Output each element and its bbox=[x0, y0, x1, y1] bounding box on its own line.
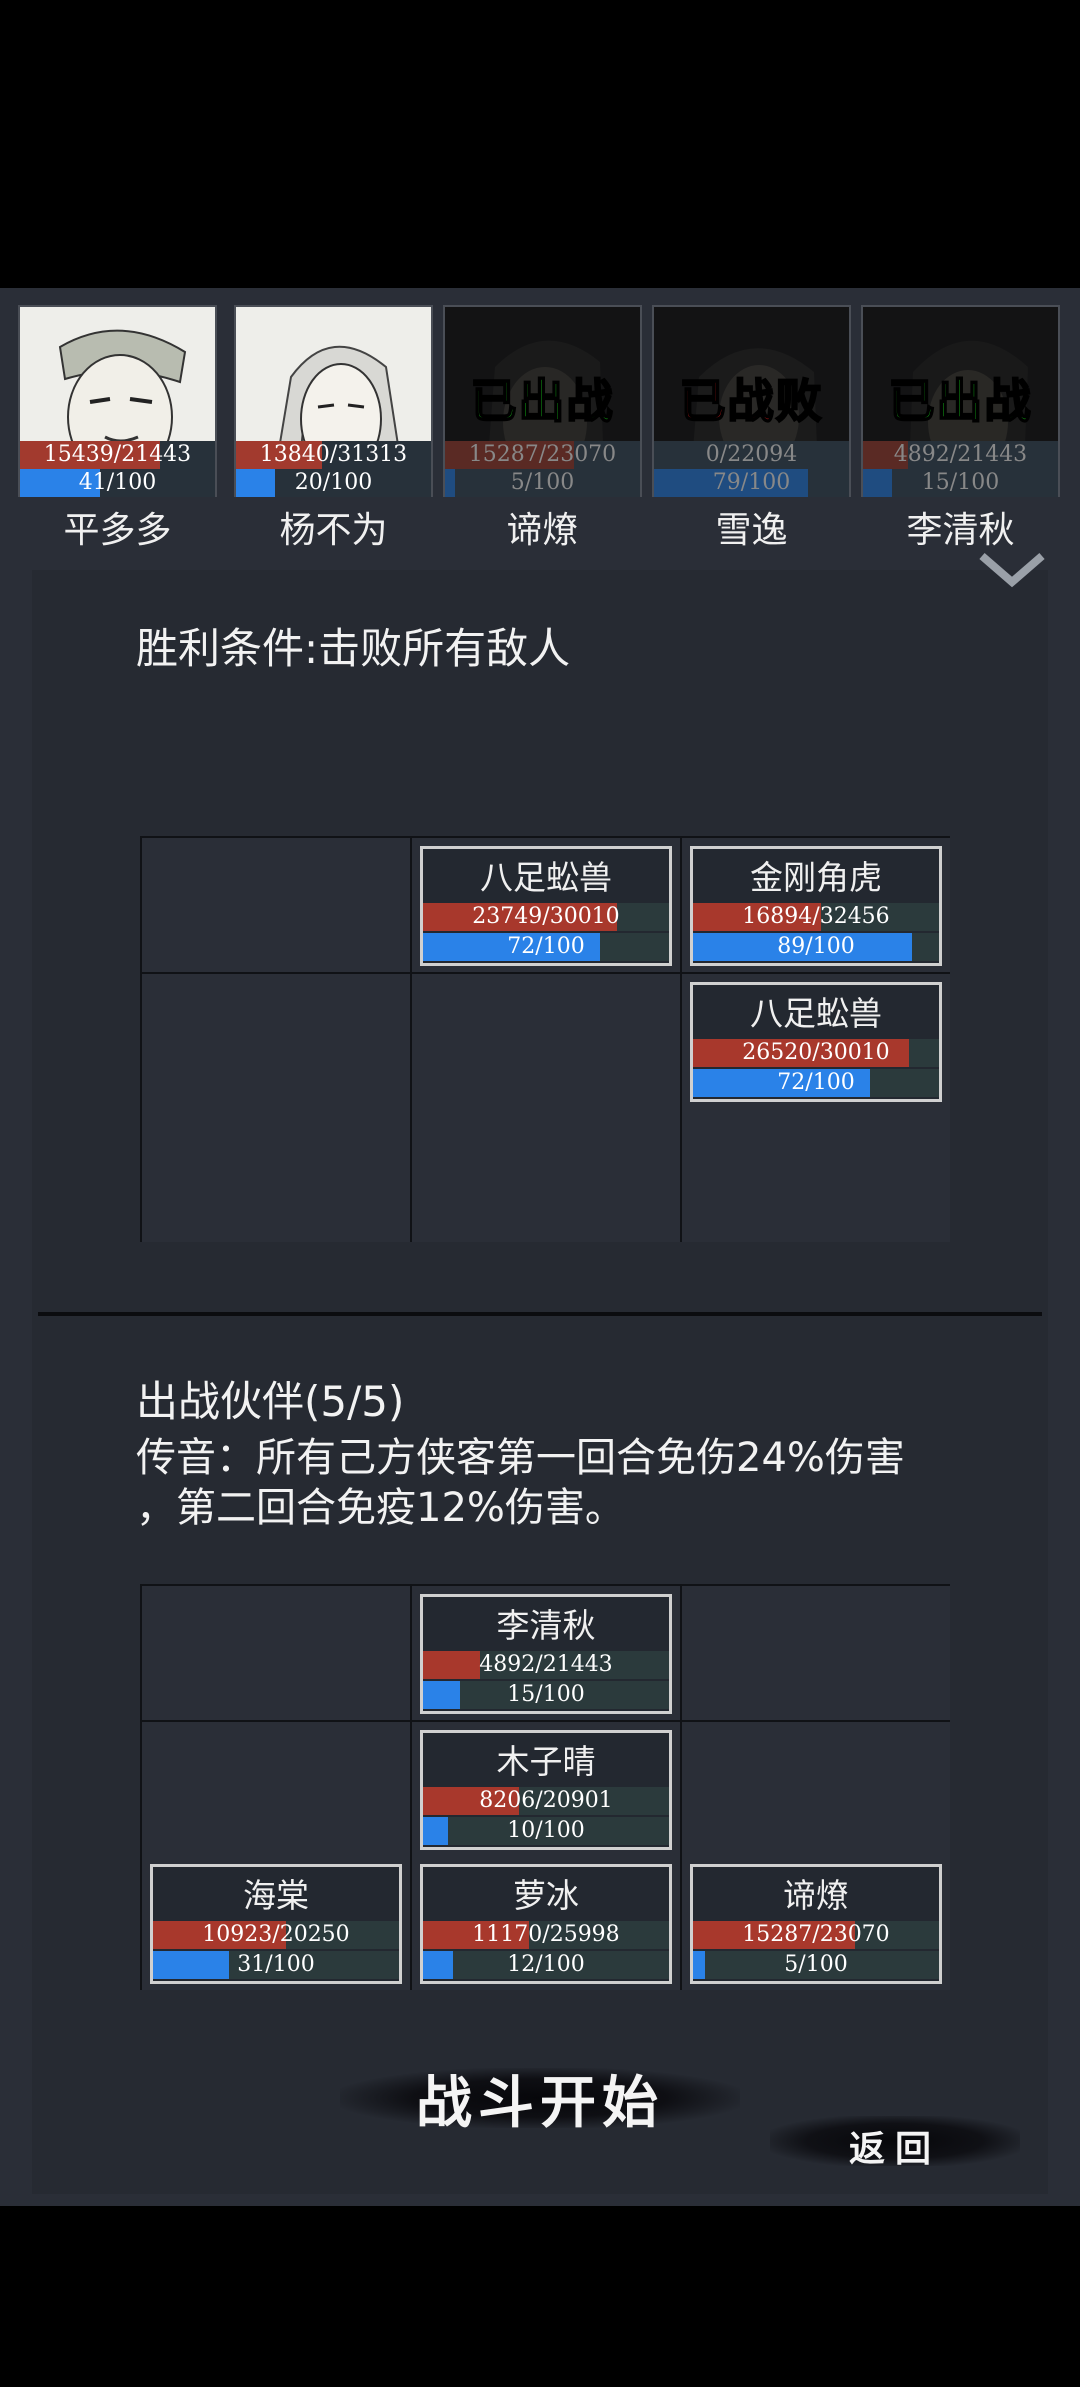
section-divider bbox=[38, 1312, 1042, 1316]
hp-bar: 4892/21443 bbox=[423, 1651, 669, 1679]
grid-cell: 金刚角虎 16894/32456 89/100 bbox=[682, 838, 950, 972]
energy-bar: 79/100 bbox=[654, 469, 849, 497]
enemy-unit[interactable]: 金刚角虎 16894/32456 89/100 bbox=[690, 846, 942, 966]
deployed-status: 已出战 bbox=[470, 373, 615, 429]
grid-cell[interactable]: 木子晴 8206/20901 10/100 bbox=[412, 1722, 680, 1856]
grid-cell[interactable] bbox=[682, 1586, 950, 1720]
top-black-band bbox=[0, 0, 1080, 288]
unit-name: 萝冰 bbox=[513, 1876, 579, 1915]
hp-bar: 0/22094 bbox=[654, 441, 849, 469]
grid-cell bbox=[412, 974, 680, 1108]
hp-bar: 16894/32456 bbox=[693, 903, 939, 931]
grid-cell[interactable]: 李清秋 4892/21443 15/100 bbox=[412, 1586, 680, 1720]
hp-bar: 8206/20901 bbox=[423, 1787, 669, 1815]
start-battle-button[interactable]: 战斗开始 bbox=[340, 2040, 740, 2140]
energy-bar: 5/100 bbox=[445, 469, 640, 497]
grid-cell bbox=[682, 1108, 950, 1242]
grid-cell bbox=[142, 974, 410, 1108]
energy-bar: 5/100 bbox=[693, 1951, 939, 1979]
hp-bar: 15287/23070 bbox=[445, 441, 640, 469]
grid-cell[interactable]: 谛燎 15287/23070 5/100 bbox=[682, 1856, 950, 1990]
hero-name: 李清秋 bbox=[906, 510, 1015, 551]
hero-roster: 15439/21443 41/100 平多多 13840/31313 20/10… bbox=[18, 305, 1080, 555]
hero-name: 谛燎 bbox=[506, 510, 579, 551]
hp-bar: 15287/23070 bbox=[693, 1921, 939, 1949]
hp-bar: 26520/30010 bbox=[693, 1039, 939, 1067]
energy-bar: 72/100 bbox=[423, 933, 669, 961]
ally-unit[interactable]: 木子晴 8206/20901 10/100 bbox=[420, 1730, 672, 1850]
energy-bar: 20/100 bbox=[236, 469, 431, 497]
hp-bar: 11170/25998 bbox=[423, 1921, 669, 1949]
grid-cell bbox=[142, 1108, 410, 1242]
energy-bar: 12/100 bbox=[423, 1951, 669, 1979]
enemy-formation-grid: 八足蚣兽 23749/30010 72/100 金刚角虎 16894/32456… bbox=[140, 836, 950, 1242]
unit-name: 金刚角虎 bbox=[750, 858, 882, 897]
hp-bar: 10923/20250 bbox=[153, 1921, 399, 1949]
grid-cell[interactable] bbox=[142, 1586, 410, 1720]
hp-bar: 23749/30010 bbox=[423, 903, 669, 931]
ally-unit[interactable]: 海棠 10923/20250 31/100 bbox=[150, 1864, 402, 1984]
energy-bar: 41/100 bbox=[20, 469, 215, 497]
enemy-unit[interactable]: 八足蚣兽 23749/30010 72/100 bbox=[420, 846, 672, 966]
unit-name: 李清秋 bbox=[496, 1606, 596, 1645]
energy-bar: 89/100 bbox=[693, 933, 939, 961]
energy-bar: 15/100 bbox=[423, 1681, 669, 1709]
grid-cell[interactable]: 海棠 10923/20250 31/100 bbox=[142, 1856, 410, 1990]
unit-name: 八足蚣兽 bbox=[480, 858, 612, 897]
ally-unit[interactable]: 萝冰 11170/25998 12/100 bbox=[420, 1864, 672, 1984]
ally-unit[interactable]: 谛燎 15287/23070 5/100 bbox=[690, 1864, 942, 1984]
hero-name: 雪逸 bbox=[715, 510, 788, 551]
back-label: 返回 bbox=[848, 2129, 941, 2170]
unit-name: 八足蚣兽 bbox=[750, 994, 882, 1033]
energy-bar: 10/100 bbox=[423, 1817, 669, 1845]
grid-cell bbox=[412, 1108, 680, 1242]
hp-bar: 13840/31313 bbox=[236, 441, 431, 469]
deployed-status: 已出战 bbox=[888, 373, 1033, 429]
unit-name: 谛燎 bbox=[783, 1876, 849, 1915]
partners-title: 出战伙伴(5/5) bbox=[136, 1377, 405, 1426]
ally-unit[interactable]: 李清秋 4892/21443 15/100 bbox=[420, 1594, 672, 1714]
back-button[interactable]: 返回 bbox=[770, 2108, 1020, 2178]
hp-bar: 15439/21443 bbox=[20, 441, 215, 469]
energy-bar: 72/100 bbox=[693, 1069, 939, 1097]
grid-cell: 八足蚣兽 26520/30010 72/100 bbox=[682, 974, 950, 1108]
unit-name: 木子晴 bbox=[496, 1742, 596, 1781]
enemy-unit[interactable]: 八足蚣兽 26520/30010 72/100 bbox=[690, 982, 942, 1102]
hero-name: 平多多 bbox=[63, 510, 172, 551]
grid-cell[interactable]: 萝冰 11170/25998 12/100 bbox=[412, 1856, 680, 1990]
grid-cell[interactable] bbox=[142, 1722, 410, 1856]
bottom-black-band bbox=[0, 2206, 1080, 2387]
hero-name: 杨不为 bbox=[279, 510, 388, 551]
chevron-down-icon[interactable] bbox=[976, 550, 1048, 590]
unit-name: 海棠 bbox=[243, 1876, 309, 1915]
grid-cell bbox=[142, 838, 410, 972]
energy-bar: 31/100 bbox=[153, 1951, 399, 1979]
start-battle-label: 战斗开始 bbox=[416, 2071, 664, 2136]
ally-formation-grid: 李清秋 4892/21443 15/100 木子晴 8206/20901 10/… bbox=[140, 1584, 950, 1990]
energy-bar: 15/100 bbox=[863, 469, 1058, 497]
partners-description-line2: ，第二回合免疫12%伤害。 bbox=[136, 1485, 625, 1531]
hp-bar: 4892/21443 bbox=[863, 441, 1058, 469]
grid-cell[interactable] bbox=[682, 1722, 950, 1856]
defeated-status: 已战败 bbox=[679, 373, 824, 429]
victory-condition: 胜利条件:击败所有敌人 bbox=[136, 624, 571, 673]
grid-cell: 八足蚣兽 23749/30010 72/100 bbox=[412, 838, 680, 972]
